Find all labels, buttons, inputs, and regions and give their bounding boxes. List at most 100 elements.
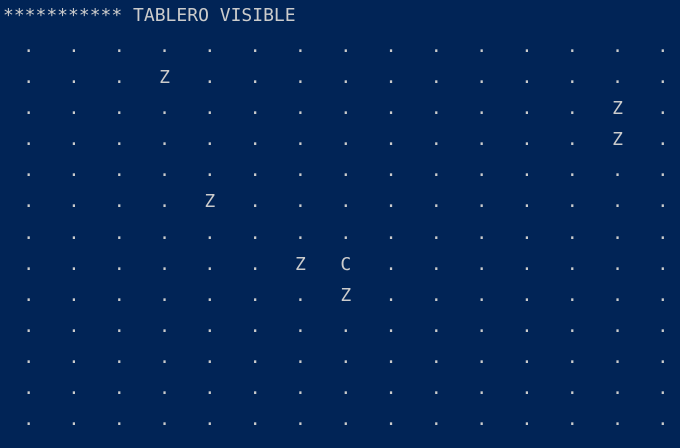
board-cell-empty: . [23, 315, 35, 337]
board-row: ............... [0, 404, 680, 435]
board-cell-empty: . [476, 222, 488, 244]
board-cell-empty: . [23, 129, 35, 151]
board-cell-empty: . [566, 253, 578, 275]
board-cell-empty: . [476, 191, 488, 213]
board-cell-empty: . [204, 253, 216, 275]
board-cell-empty: . [295, 284, 306, 306]
board-cell-empty: . [340, 409, 352, 431]
board-cell-empty: . [657, 346, 669, 368]
board-cell-empty: . [566, 36, 578, 57]
board-cell-empty: . [430, 129, 442, 151]
board-row: ............... [0, 218, 680, 249]
board-cell-empty: . [430, 98, 442, 120]
board-cell-empty: . [430, 191, 442, 213]
board-cell-empty: . [657, 284, 669, 306]
board-cell-empty: . [159, 378, 170, 400]
board-cell-empty: . [657, 222, 669, 244]
board-cell-zombie: Z [612, 98, 623, 120]
board-cell-empty: . [340, 315, 352, 337]
board-cell-empty: . [23, 378, 35, 400]
board-cell-empty: . [113, 98, 125, 120]
board-cell-empty: . [204, 67, 216, 89]
board-cell-empty: . [385, 98, 397, 120]
board-cell-empty: . [430, 222, 442, 244]
board-cell-empty: . [159, 315, 170, 337]
board-cell-empty: . [476, 36, 488, 57]
board-cell-empty: . [521, 129, 533, 151]
board-cell-empty: . [159, 191, 170, 213]
board-row: ....... Z....... [0, 280, 680, 311]
board-cell-empty: . [249, 253, 261, 275]
board-cell-empty: . [521, 98, 533, 120]
board-row: ............... [0, 31, 680, 62]
board-cell-empty: . [113, 346, 125, 368]
board-cell-empty: . [657, 67, 669, 89]
board-cell-empty: . [566, 129, 578, 151]
board-cell-empty: . [521, 253, 533, 275]
board-cell-empty: . [204, 160, 216, 182]
board-cell-empty: . [159, 36, 170, 57]
board-cell-empty: . [23, 222, 35, 244]
board-cell-empty: . [68, 346, 80, 368]
board-cell-empty: . [566, 191, 578, 213]
board-cell-empty: . [113, 67, 125, 89]
board-cell-player: C [340, 253, 352, 275]
board-row: ............... [0, 155, 680, 186]
board-cell-empty: . [113, 409, 125, 431]
board-cell-empty: . [657, 191, 669, 213]
board-cell-empty: . [249, 191, 261, 213]
board-cell-empty: . [612, 284, 623, 306]
board-cell-empty: . [295, 346, 306, 368]
board-row: ............... [0, 342, 680, 373]
board-cell-empty: . [340, 36, 352, 57]
board-cell-empty: . [430, 284, 442, 306]
board-cell-empty: . [566, 160, 578, 182]
board-cell-empty: . [204, 315, 216, 337]
board-cell-empty: . [68, 222, 80, 244]
board-cell-empty: . [68, 67, 80, 89]
board-cell-empty: . [23, 253, 35, 275]
board-cell-empty: . [295, 67, 306, 89]
board-cell-empty: . [430, 315, 442, 337]
board-cell-empty: . [204, 36, 216, 57]
board-cell-empty: . [159, 253, 170, 275]
board-cell-empty: . [657, 98, 669, 120]
board-cell-empty: . [23, 191, 35, 213]
board-cell-empty: . [159, 409, 170, 431]
board-cell-empty: . [521, 222, 533, 244]
board-cell-empty: . [159, 222, 170, 244]
board-cell-empty: . [385, 160, 397, 182]
board-cell-empty: . [249, 67, 261, 89]
board-cell-empty: . [68, 378, 80, 400]
board-cell-empty: . [113, 253, 125, 275]
board-cell-empty: . [159, 346, 170, 368]
board-cell-empty: . [521, 191, 533, 213]
board-cell-zombie: Z [295, 253, 306, 275]
board-cell-empty: . [113, 315, 125, 337]
board-cell-empty: . [657, 315, 669, 337]
board-cell-empty: . [23, 98, 35, 120]
board-cell-empty: . [430, 253, 442, 275]
board-cell-empty: . [657, 36, 669, 57]
board-cell-empty: . [566, 284, 578, 306]
board-cell-empty: . [566, 98, 578, 120]
board-cell-empty: . [476, 67, 488, 89]
board-cell-empty: . [295, 315, 306, 337]
board-cell-empty: . [204, 129, 216, 151]
board-row: ............... [0, 373, 680, 404]
board-cell-zombie: Z [159, 67, 170, 89]
board-cell-empty: . [612, 191, 623, 213]
board-cell-empty: . [612, 67, 623, 89]
board-cell-empty: . [68, 129, 80, 151]
board-cell-empty: . [68, 284, 80, 306]
board-cell-empty: . [430, 67, 442, 89]
board-cell-empty: . [249, 409, 261, 431]
board-cell-empty: . [657, 409, 669, 431]
board-cell-zombie: Z [204, 191, 216, 213]
board-cell-empty: . [476, 98, 488, 120]
board-cell-empty: . [612, 253, 623, 275]
board-cell-empty: . [521, 160, 533, 182]
board-cell-empty: . [249, 284, 261, 306]
board-cell-empty: . [204, 222, 216, 244]
board-cell-empty: . [430, 378, 442, 400]
